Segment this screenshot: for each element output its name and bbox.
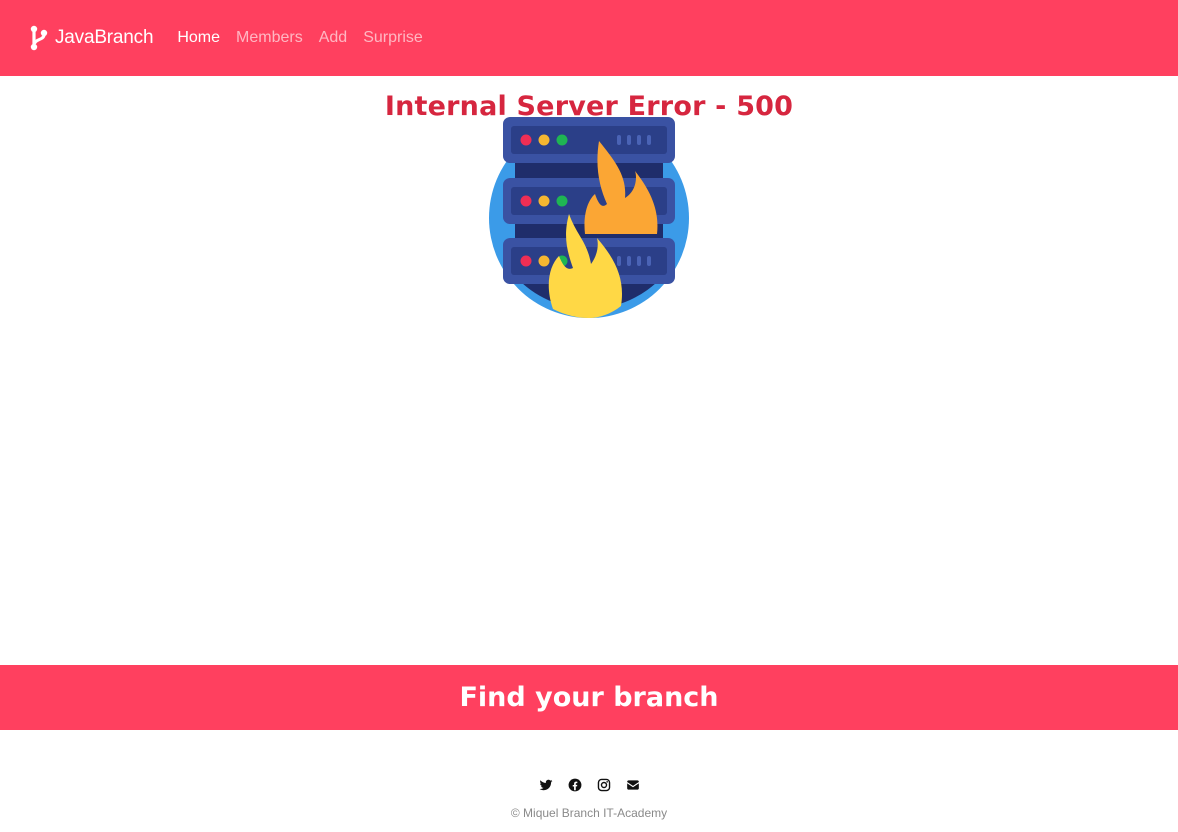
twitter-icon[interactable] — [539, 778, 553, 792]
navbar: JavaBranch Home Members Add Surprise — [0, 0, 1178, 76]
nav-link-home[interactable]: Home — [177, 29, 220, 47]
social-links — [0, 778, 1178, 792]
nav-link-add[interactable]: Add — [319, 29, 347, 47]
banner-text: Find your branch — [459, 682, 719, 713]
find-branch-banner: Find your branch — [0, 665, 1178, 730]
instagram-icon[interactable] — [597, 778, 611, 792]
envelope-icon[interactable] — [626, 778, 640, 792]
brand-link[interactable]: JavaBranch — [29, 25, 154, 51]
server-on-fire-icon — [489, 117, 689, 318]
nav-links: Home Members Add Surprise — [177, 29, 438, 47]
brand-name: JavaBranch — [55, 27, 154, 48]
code-branch-icon — [30, 25, 48, 51]
nav-link-surprise[interactable]: Surprise — [363, 29, 423, 47]
copyright-text: © Miquel Branch IT-Academy — [510, 806, 668, 820]
nav-link-members[interactable]: Members — [236, 29, 303, 47]
facebook-icon[interactable] — [568, 778, 582, 792]
